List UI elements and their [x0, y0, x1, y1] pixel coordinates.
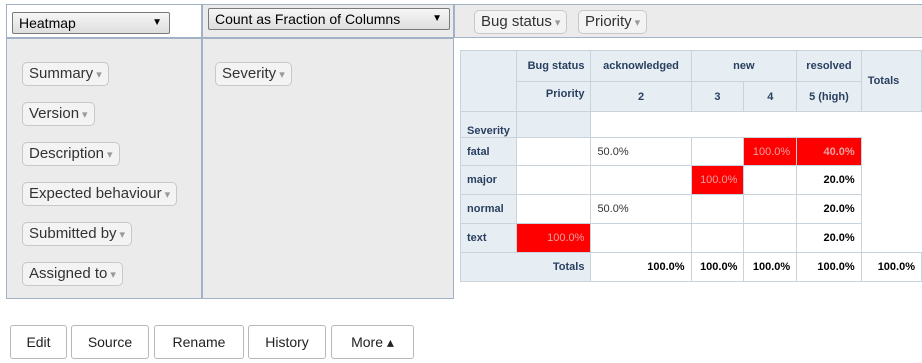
attr-label: Assigned to: [29, 265, 108, 282]
unused-attributes-area: Summary ▾ Version ▾ Description ▾ Expected …: [6, 38, 202, 299]
chevron-down-icon: ▼: [432, 13, 442, 24]
renderer-value: Heatmap: [19, 15, 76, 31]
corner-cell: [460, 50, 517, 112]
value-cell: 100.0%: [515, 223, 592, 253]
table-row: text 100.0% 20.0%: [460, 223, 922, 253]
col-attr-bug-status[interactable]: Bug status ▾: [474, 10, 568, 34]
attr-expected-behaviour[interactable]: Expected behaviour ▾: [22, 182, 178, 206]
col-attr-priority[interactable]: Priority ▾: [578, 10, 648, 34]
value-cell: 100.0%: [690, 165, 745, 195]
col-total: 100.0%: [796, 252, 862, 282]
edit-button[interactable]: Edit: [10, 325, 67, 359]
attr-assigned-to[interactable]: Assigned to ▾: [22, 262, 123, 286]
attr-submitted-by[interactable]: Submitted by ▾: [22, 222, 133, 246]
col-header-priority: 5 (high): [796, 81, 862, 112]
filter-triangle-icon[interactable]: ▾: [110, 269, 116, 281]
col-header-label: Priority: [515, 81, 592, 112]
more-button[interactable]: More ▴: [331, 325, 414, 359]
filter-triangle-icon[interactable]: ▾: [82, 109, 88, 121]
row-total: 20.0%: [796, 223, 862, 253]
col-header-new: new: [690, 50, 798, 82]
renderer-cell: Heatmap ▼: [6, 4, 202, 38]
col-header-acknowledged: acknowledged: [590, 50, 692, 82]
value-cell: [743, 194, 798, 224]
col-header-priority: 4: [743, 81, 798, 112]
rename-button[interactable]: Rename: [154, 325, 244, 359]
spacer-cell: [590, 111, 922, 138]
row-total: 40.0%: [796, 137, 862, 166]
col-header-priority: 3: [690, 81, 745, 112]
table-row: major 100.0% 20.0%: [460, 165, 922, 195]
aggregator-cell: Count as Fraction of Columns ▼: [202, 4, 454, 38]
table-row: normal 50.0% 20.0%: [460, 194, 922, 224]
spacer-cell: [515, 111, 592, 138]
row-label: normal: [460, 194, 517, 224]
value-cell: [515, 194, 592, 224]
value-cell: [590, 223, 692, 253]
value-cell: [515, 137, 592, 166]
row-label: fatal: [460, 137, 517, 166]
history-button[interactable]: History: [248, 325, 326, 359]
row-attributes-area: Severity ▾: [202, 38, 454, 299]
attr-label: Submitted by: [29, 225, 117, 242]
filter-triangle-icon[interactable]: ▾: [279, 69, 285, 81]
col-total: 100.0%: [743, 252, 798, 282]
col-total: 100.0%: [690, 252, 745, 282]
totals-label: Totals: [459, 252, 592, 282]
chevron-down-icon: ▼: [152, 17, 162, 28]
aggregator-select[interactable]: Count as Fraction of Columns ▼: [208, 8, 450, 30]
value-cell: [690, 223, 745, 253]
totals-row: Totals 100.0% 100.0% 100.0% 100.0% 100.0…: [459, 252, 922, 282]
aggregator-value: Count as Fraction of Columns: [215, 11, 401, 27]
attr-label: Description: [29, 145, 105, 162]
value-cell: [515, 165, 592, 195]
totals-header: Totals: [860, 50, 922, 112]
renderer-select[interactable]: Heatmap ▼: [12, 12, 170, 34]
row-label: major: [460, 165, 517, 195]
value-cell: [690, 194, 745, 224]
attr-label: Priority: [585, 13, 632, 30]
grand-total: 100.0%: [860, 252, 922, 282]
col-total: 100.0%: [590, 252, 692, 282]
column-attributes-area: Bug status ▾ Priority ▾: [454, 4, 922, 38]
filter-triangle-icon[interactable]: ▾: [120, 229, 126, 241]
attr-label: Expected behaviour: [29, 185, 162, 202]
value-cell: 50.0%: [590, 137, 692, 166]
filter-triangle-icon[interactable]: ▾: [555, 17, 561, 29]
filter-triangle-icon[interactable]: ▾: [107, 149, 113, 161]
attr-description[interactable]: Description ▾: [22, 142, 120, 166]
row-total: 20.0%: [796, 165, 862, 195]
attr-summary[interactable]: Summary ▾: [22, 62, 109, 86]
row-attr-severity[interactable]: Severity ▾: [215, 62, 292, 86]
value-cell: [690, 137, 745, 166]
row-total: 20.0%: [796, 194, 862, 224]
value-cell: 50.0%: [590, 194, 692, 224]
attr-version[interactable]: Version ▾: [22, 102, 95, 126]
heatmap-table: Bug status acknowledged new resolved Tot…: [459, 50, 922, 282]
col-header-resolved: resolved: [796, 50, 862, 82]
source-button[interactable]: Source: [71, 325, 149, 359]
col-header-priority: 2: [590, 81, 692, 112]
table-row: fatal 50.0% 100.0% 40.0%: [460, 137, 922, 166]
value-cell: [743, 223, 798, 253]
attr-label: Severity: [222, 65, 277, 82]
filter-triangle-icon[interactable]: ▾: [165, 189, 171, 201]
attr-label: Summary: [29, 65, 94, 82]
row-header-label: Severity: [460, 111, 517, 138]
attr-label: Version: [29, 105, 80, 122]
filter-triangle-icon[interactable]: ▾: [96, 69, 102, 81]
attr-label: Bug status: [481, 13, 552, 30]
value-cell: [590, 165, 692, 195]
value-cell: [743, 165, 798, 195]
col-header-label: Bug status: [515, 50, 592, 82]
filter-triangle-icon[interactable]: ▾: [635, 17, 641, 29]
row-label: text: [460, 223, 517, 253]
value-cell: 100.0%: [743, 137, 798, 166]
